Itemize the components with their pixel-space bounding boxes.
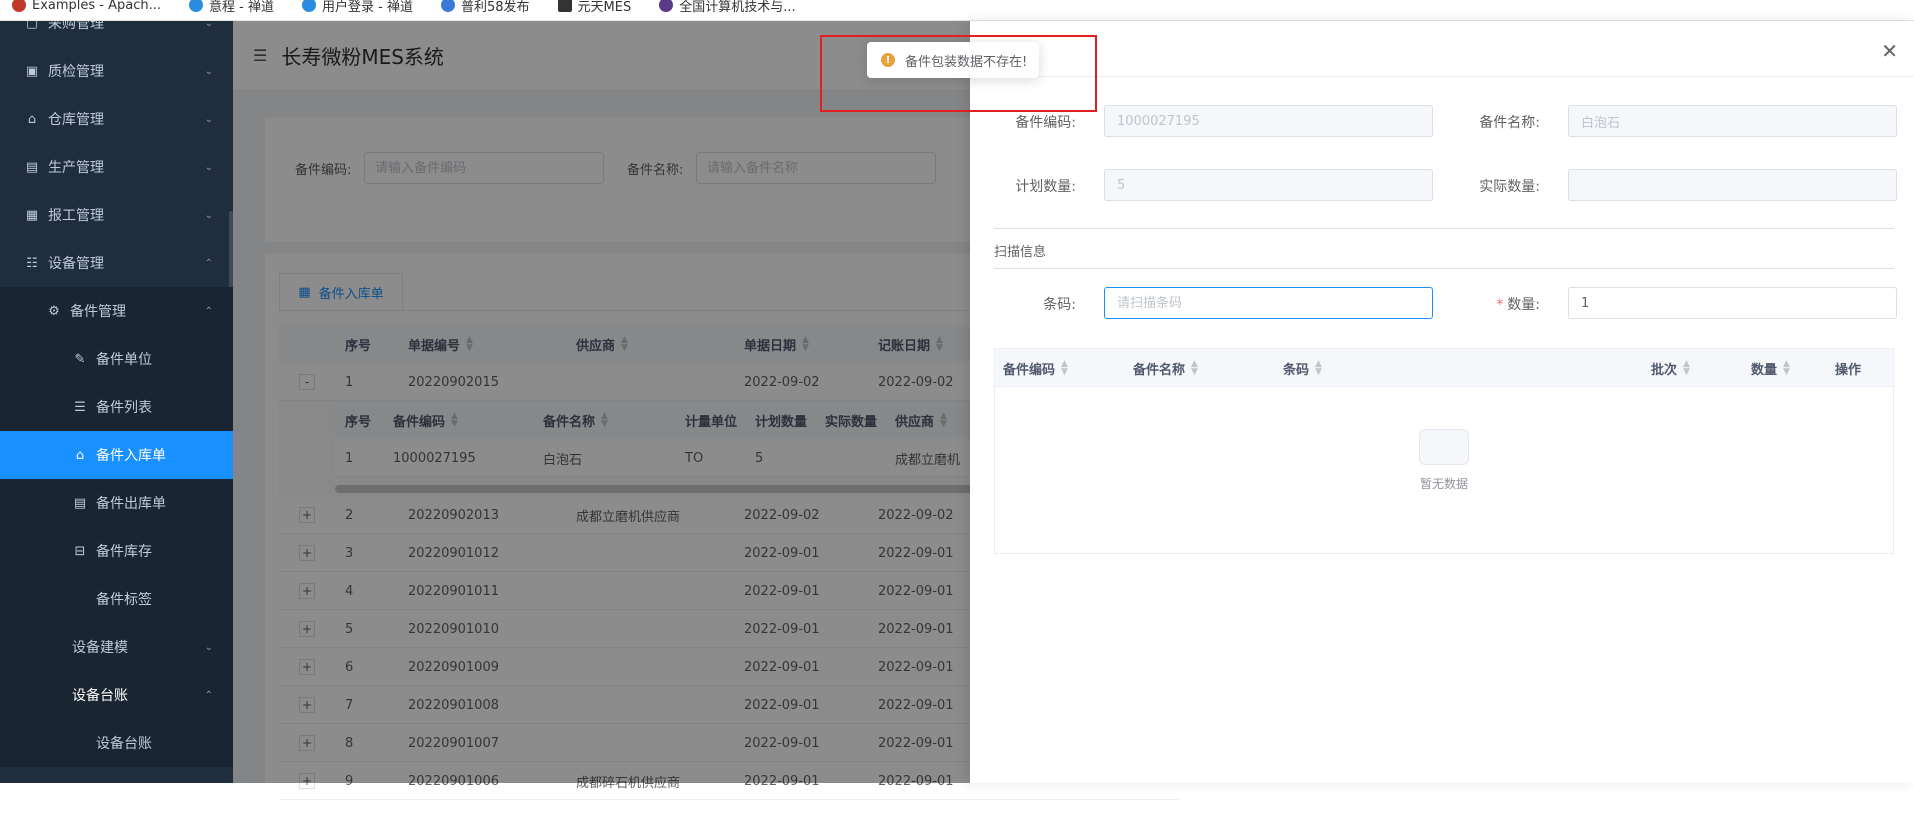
chevron-down-icon: ⌄ [204, 641, 213, 653]
bookmark-mes[interactable]: 元天MES [557, 0, 631, 15]
chevron-down-icon: ⌄ [204, 113, 213, 125]
bookmark-icon [659, 0, 674, 12]
drawer-header-divider [970, 76, 1914, 77]
bookmarks-bar: Examples - Apach... 意程 - 禅道 用户登录 - 禅道 普利… [0, 0, 1914, 21]
bookmark-icon [440, 0, 455, 12]
sidebar-item-quality[interactable]: ▣ 质检管理 ⌄ [0, 47, 233, 95]
warehouse-icon: ⌂ [27, 111, 37, 127]
spare-icon: ⚙ [48, 303, 60, 319]
section-divider [994, 268, 1894, 269]
scan-col-action: 操作 [1835, 362, 1862, 378]
chevron-down-icon: ⌄ [204, 65, 213, 77]
production-icon: ▤ [25, 159, 39, 175]
sidebar: ▢ 采购管理 ⌄ ▣ 质检管理 ⌄ ⌂ 仓库管理 ⌄ ▤ 生产管理 ⌄ ▦ 报工管理 ⌄ ☷ 设备管理… [0, 21, 233, 783]
chevron-down-icon: ⌄ [204, 21, 213, 29]
qty-input[interactable] [1568, 287, 1897, 319]
spare-code-field[interactable] [1104, 105, 1433, 137]
sidebar-item-purchase[interactable]: ▢ 采购管理 ⌄ [0, 21, 233, 47]
highlight-box [820, 35, 1097, 112]
spare-code-label: 备件编码: [1015, 115, 1076, 131]
sidebar-item-equipment-ledger-list[interactable]: 设备台账 [0, 719, 233, 767]
plan-qty-field[interactable] [1104, 169, 1433, 201]
sidebar-item-spare-parts[interactable]: ⚙ 备件管理 ⌃ [0, 287, 233, 335]
chevron-up-icon: ⌃ [204, 689, 213, 701]
sidebar-item-spare-inbound[interactable]: ⌂ 备件入库单 [0, 431, 233, 479]
barcode-label: 条码: [1043, 297, 1076, 313]
actual-qty-field[interactable] [1568, 169, 1897, 201]
spare-name-field[interactable] [1568, 105, 1897, 137]
inspect-icon: ▣ [25, 63, 39, 79]
chevron-up-icon: ⌃ [204, 257, 213, 269]
sort-icon[interactable]: ▲ ▼ [1191, 360, 1198, 377]
actual-qty-label: 实际数量: [1479, 179, 1540, 195]
scan-col-code[interactable]: 备件编码 ▲ ▼ [1003, 349, 1068, 387]
section-divider [994, 228, 1894, 229]
sort-icon[interactable]: ▲ ▼ [1315, 360, 1322, 377]
bookmark-icon [557, 0, 572, 12]
inbound-icon: ⌂ [75, 447, 85, 463]
scan-col-batch[interactable]: 批次 ▲ ▼ [1651, 349, 1690, 387]
stock-icon: ⊟ [74, 543, 86, 559]
sidebar-item-report[interactable]: ▦ 报工管理 ⌄ [0, 191, 233, 239]
sidebar-item-spare-stock[interactable]: ⊟ 备件库存 [0, 527, 233, 575]
bookmark-release[interactable]: 普利58发布 [440, 0, 530, 15]
plan-qty-label: 计划数量: [1015, 179, 1076, 195]
sidebar-item-equipment-model[interactable]: 设备建模 ⌄ [0, 623, 233, 671]
sort-icon[interactable]: ▲ ▼ [1783, 360, 1790, 377]
outbound-icon: ▤ [73, 495, 87, 511]
bookmark-examples[interactable]: Examples - Apach... [12, 0, 161, 13]
chevron-down-icon: ⌄ [204, 161, 213, 173]
sidebar-item-warehouse[interactable]: ⌂ 仓库管理 ⌄ [0, 95, 233, 143]
required-mark: * [1496, 297, 1504, 313]
list-icon: ☰ [74, 399, 86, 415]
bookmark-icon [12, 0, 26, 12]
scan-col-qty[interactable]: 数量 ▲ ▼ [1751, 349, 1790, 387]
empty-state: 暂无数据 [995, 429, 1893, 492]
sort-icon[interactable]: ▲ ▼ [1683, 360, 1690, 377]
sidebar-item-equipment[interactable]: ☷ 设备管理 ⌃ [0, 239, 233, 287]
bookmark-zentao-1[interactable]: 意程 - 禅道 [189, 0, 274, 15]
report-icon: ▦ [25, 207, 39, 223]
chevron-up-icon: ⌃ [204, 305, 213, 317]
scan-col-name[interactable]: 备件名称 ▲ ▼ [1133, 349, 1198, 387]
scan-section-title: 扫描信息 [994, 245, 1047, 260]
scan-table: 备件编码 ▲ ▼ 备件名称 ▲ ▼ 条码 ▲ ▼ 批次 ▲ ▼ 数量 ▲ ▼ 操作 暂无数据 [994, 348, 1894, 554]
close-icon[interactable]: ✕ [1881, 39, 1898, 63]
unit-icon: ✎ [74, 351, 86, 367]
modal-overlay[interactable] [233, 21, 970, 783]
spare-name-label: 备件名称: [1479, 115, 1540, 131]
scan-col-barcode[interactable]: 条码 ▲ ▼ [1283, 349, 1322, 387]
sidebar-item-production[interactable]: ▤ 生产管理 ⌄ [0, 143, 233, 191]
bookmark-icon [189, 0, 204, 12]
sidebar-item-spare-unit[interactable]: ✎ 备件单位 [0, 335, 233, 383]
inbound-drawer: ✕ 备件编码: 备件名称: 计划数量: 实际数量: 扫描信息 条码: *数量: … [970, 21, 1914, 783]
bookmark-icon [302, 0, 316, 12]
barcode-input[interactable] [1104, 287, 1433, 319]
bookmark-exam[interactable]: 全国计算机技术与... [659, 0, 796, 15]
sidebar-item-spare-list[interactable]: ☰ 备件列表 [0, 383, 233, 431]
cart-icon: ▢ [25, 21, 39, 31]
bookmark-zentao-login[interactable]: 用户登录 - 禅道 [302, 0, 413, 15]
chevron-down-icon: ⌄ [204, 209, 213, 221]
sort-icon[interactable]: ▲ ▼ [1061, 360, 1068, 377]
sidebar-item-spare-outbound[interactable]: ▤ 备件出库单 [0, 479, 233, 527]
sidebar-item-equipment-ledger[interactable]: 设备台账 ⌃ [0, 671, 233, 719]
empty-box-icon [1419, 429, 1469, 465]
qty-label: * 数量: [1496, 297, 1540, 313]
sidebar-item-spare-label[interactable]: 备件标签 [0, 575, 233, 623]
scan-table-header: 备件编码 ▲ ▼ 备件名称 ▲ ▼ 条码 ▲ ▼ 批次 ▲ ▼ 数量 ▲ ▼ 操作 [995, 349, 1893, 387]
equipment-icon: ☷ [26, 255, 38, 271]
